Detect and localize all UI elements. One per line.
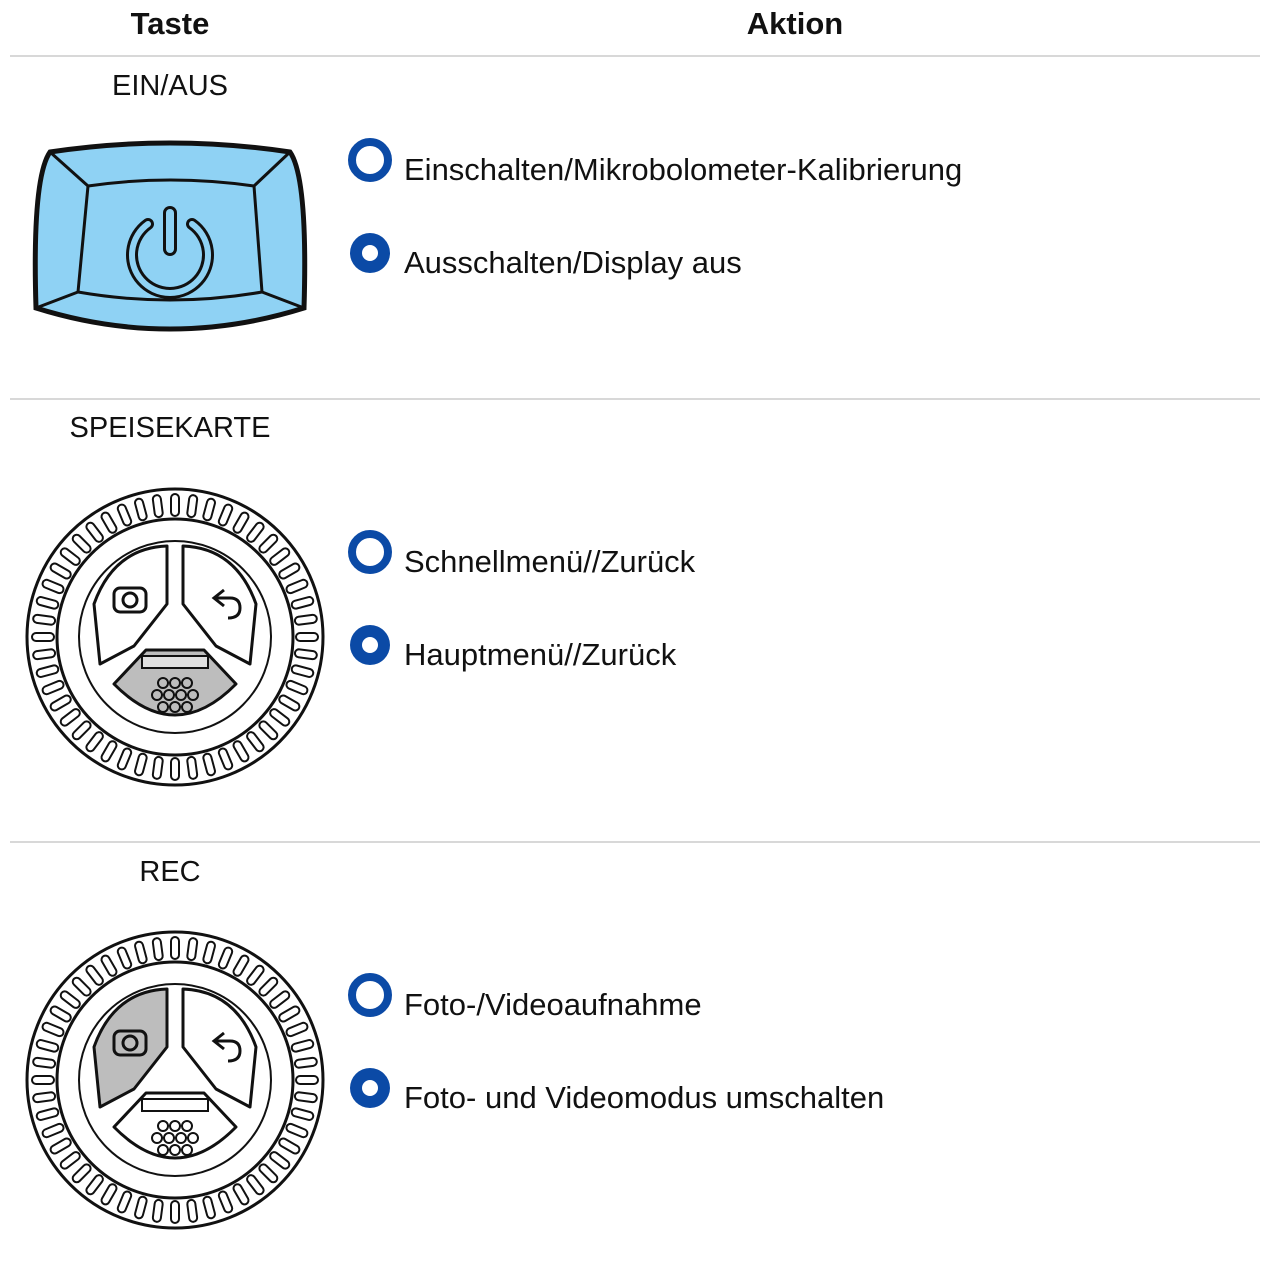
action-text: Schnellmenü//Zurück <box>404 544 696 579</box>
row-title-power: EIN/AUS <box>111 70 229 102</box>
dial-tooth <box>31 632 55 642</box>
dial-tooth <box>293 1056 318 1069</box>
dial-tooth <box>32 1056 57 1069</box>
action-text: Einschalten/Mikrobolometer-Kalibrierung <box>404 152 963 187</box>
row-divider <box>10 398 1260 400</box>
row-title-menu: SPEISEKARTE <box>69 412 271 444</box>
menu-dial-icon <box>25 487 325 787</box>
dial-tooth <box>293 613 318 626</box>
short-press-icon <box>348 973 392 1017</box>
dial-tooth <box>295 1075 319 1085</box>
row-divider <box>10 841 1260 843</box>
short-press-icon <box>348 530 392 574</box>
header-divider <box>10 55 1260 57</box>
action-item: Foto- und Videomodus umschalten <box>346 1066 885 1115</box>
dial-tooth <box>170 493 180 517</box>
power-button-icon <box>32 140 308 332</box>
dial-tooth <box>170 757 180 781</box>
dial-tooth <box>170 936 180 960</box>
rec-dial-icon <box>25 930 325 1230</box>
dial-tooth <box>293 1091 318 1104</box>
column-header-action: Aktion <box>746 6 844 41</box>
action-item: Hauptmenü//Zurück <box>346 623 677 672</box>
dial-tooth <box>151 937 164 962</box>
action-text: Foto- und Videomodus umschalten <box>404 1080 885 1115</box>
dial-tooth <box>293 648 318 661</box>
dial-tooth <box>32 1091 57 1104</box>
dial-tooth <box>186 937 199 962</box>
long-press-icon <box>350 233 390 273</box>
action-text: Ausschalten/Display aus <box>404 245 742 280</box>
long-press-icon <box>350 625 390 665</box>
long-press-icon <box>350 1068 390 1108</box>
dial-tooth <box>151 1198 164 1223</box>
short-press-icon <box>348 138 392 182</box>
dial-tooth <box>32 613 57 626</box>
dial-tooth <box>151 755 164 780</box>
action-item: Schnellmenü//Zurück <box>346 530 696 579</box>
dial-tooth <box>186 494 199 519</box>
action-item: Foto-/Videoaufnahme <box>346 973 702 1022</box>
column-header-key: Taste <box>130 6 210 41</box>
action-item: Einschalten/Mikrobolometer-Kalibrierung <box>346 138 963 187</box>
row-title-rec: REC <box>139 856 201 888</box>
action-item: Ausschalten/Display aus <box>346 231 742 280</box>
dial-tooth <box>31 1075 55 1085</box>
action-text: Foto-/Videoaufnahme <box>404 987 702 1022</box>
dial-tooth <box>186 755 199 780</box>
dial-tooth <box>32 648 57 661</box>
dial-tooth <box>295 632 319 642</box>
dial-tooth <box>186 1198 199 1223</box>
action-text: Hauptmenü//Zurück <box>404 637 677 672</box>
dial-tooth <box>151 494 164 519</box>
dial-tooth <box>170 1200 180 1224</box>
